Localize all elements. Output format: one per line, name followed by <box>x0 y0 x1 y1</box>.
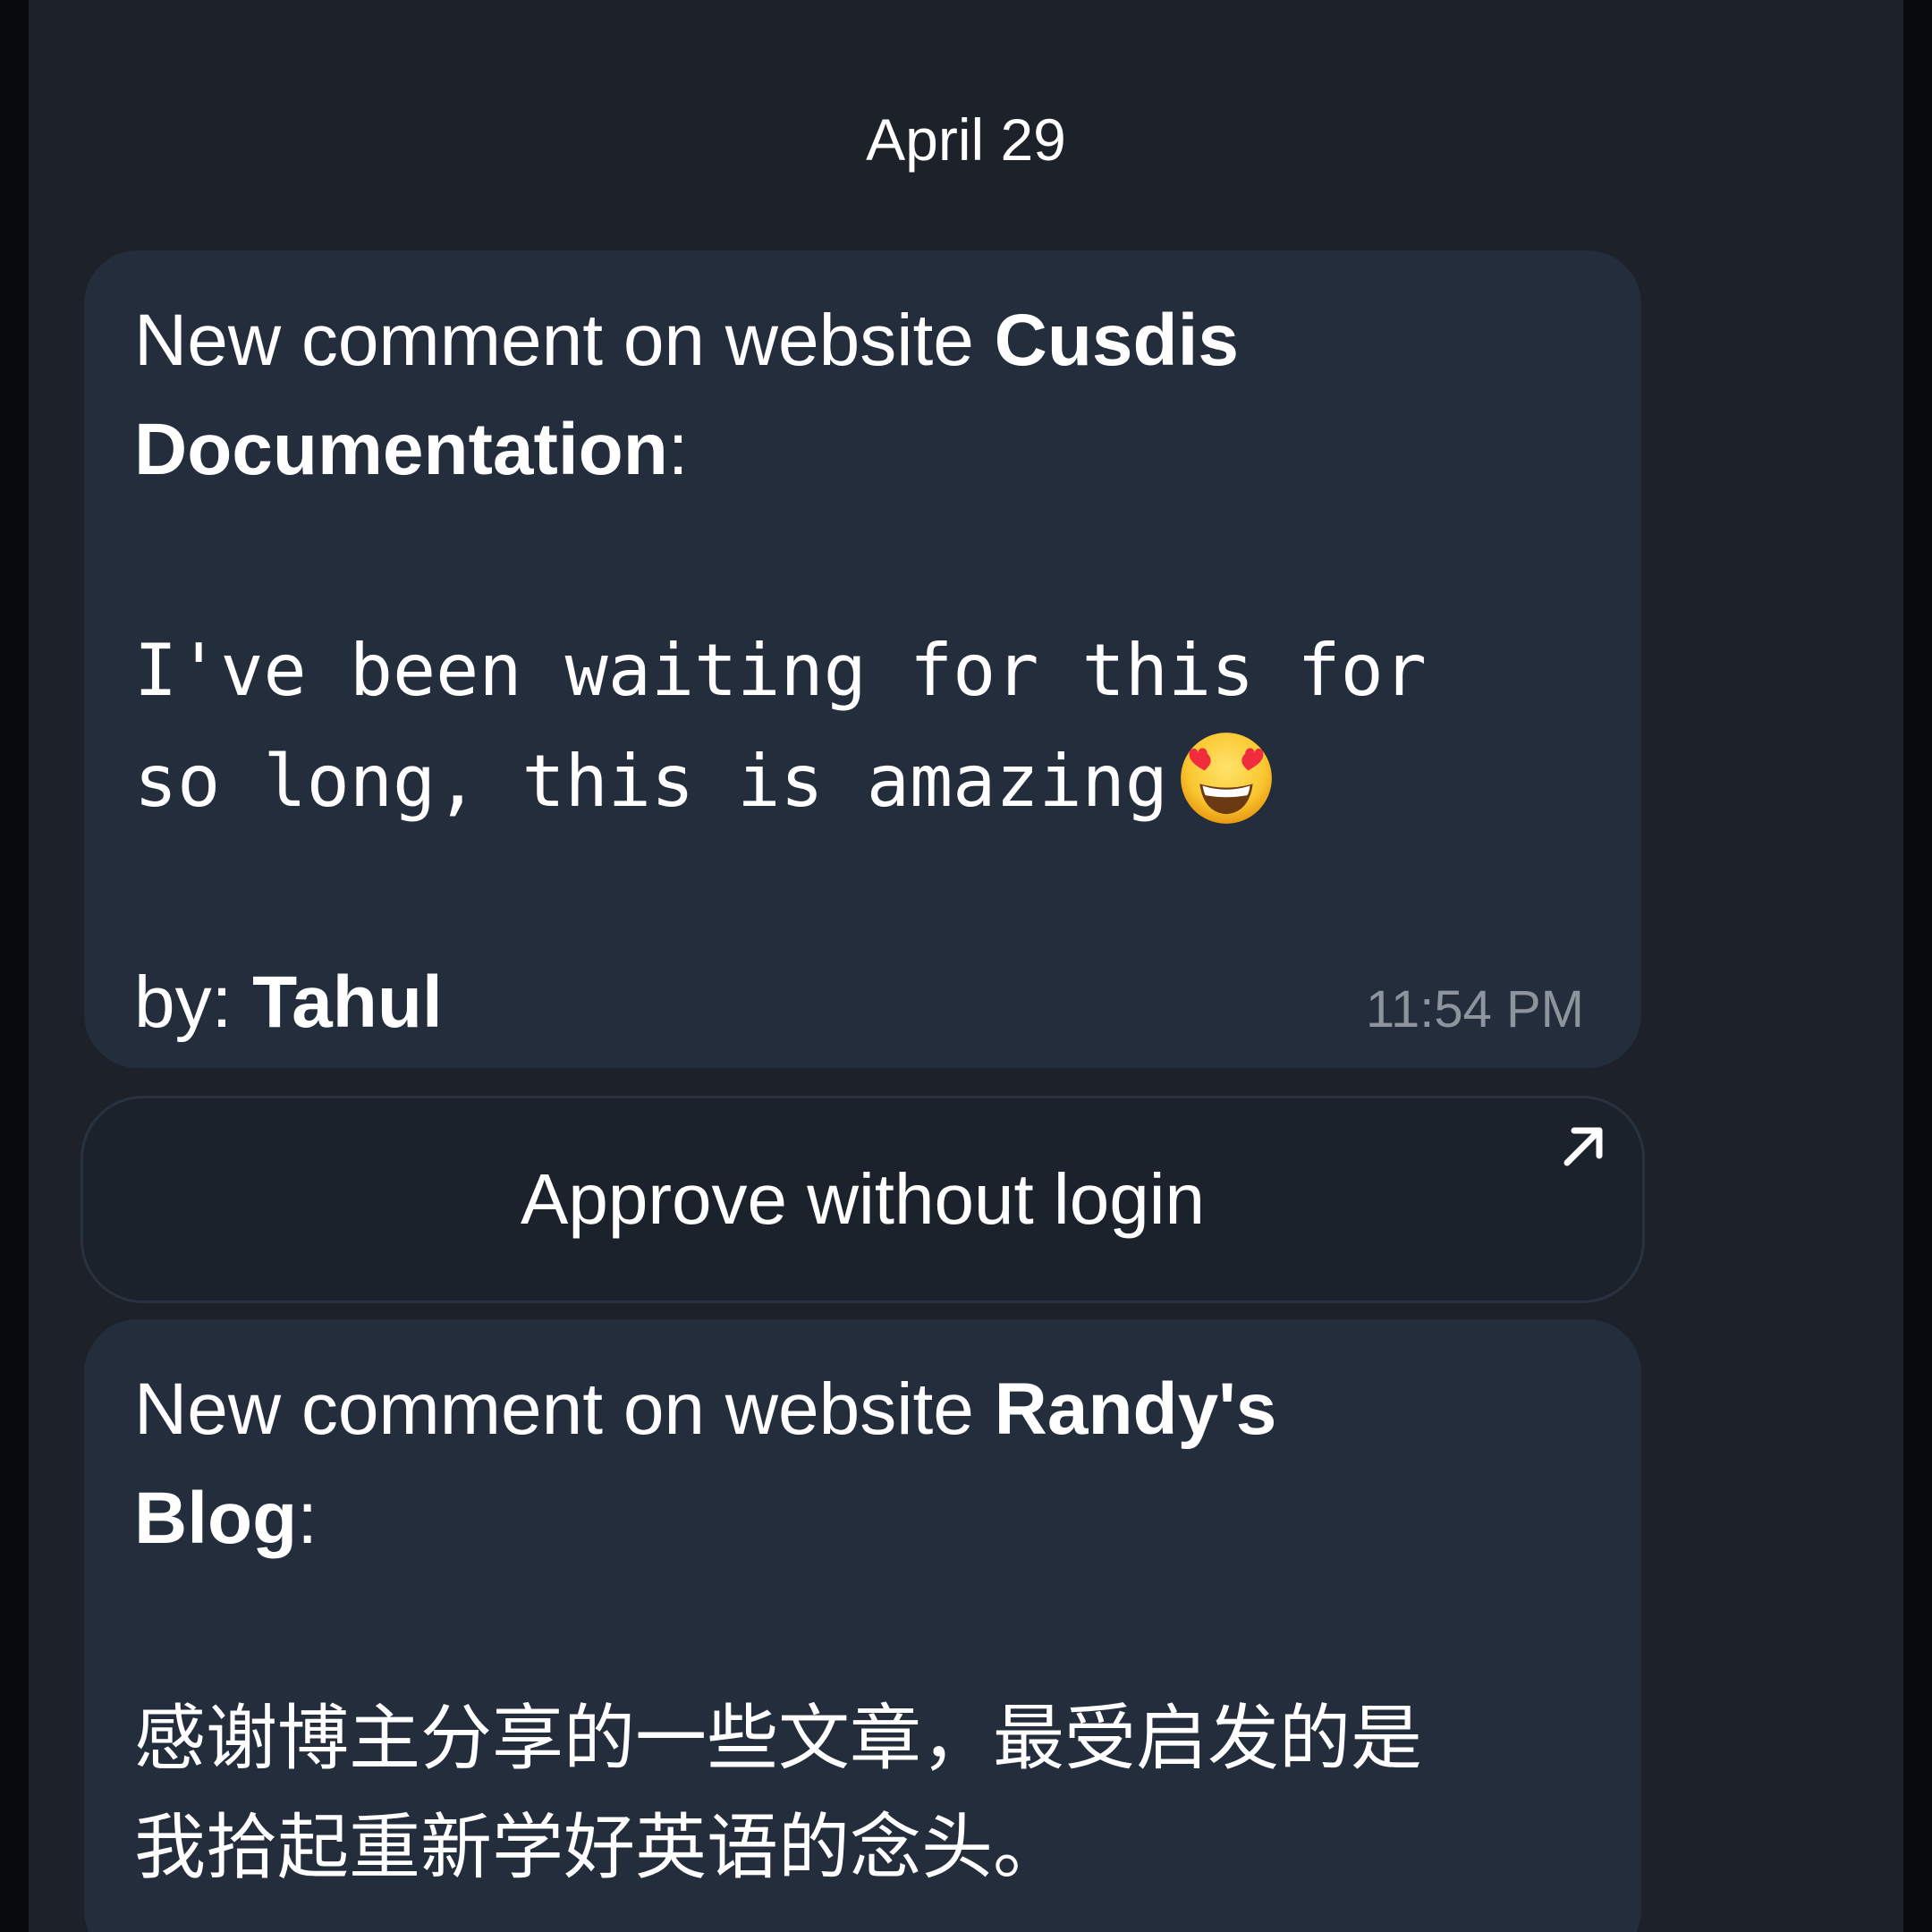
comment-text-line-2: so long, this is amazing <box>134 726 1579 837</box>
author-label: by: <box>134 962 253 1043</box>
message-heading-line-2: Blog: <box>134 1464 1579 1573</box>
website-name: Randy's <box>994 1368 1277 1450</box>
website-name-continued: Blog <box>134 1478 298 1559</box>
heading-colon: : <box>667 409 689 490</box>
external-link-arrow-icon <box>1563 1127 1603 1166</box>
message-timestamp: 11:54 PM <box>1366 980 1584 1038</box>
message-bubble[interactable]: New comment on website Randy's Blog: 感谢博… <box>84 1319 1641 1932</box>
message-heading-line-1: New comment on website Cusdis <box>134 286 1579 395</box>
date-separator: April 29 <box>866 106 1066 173</box>
heart-eyes-emoji-icon <box>1181 733 1272 824</box>
website-name: Cusdis <box>994 300 1240 381</box>
author-name: Tahul <box>252 962 443 1043</box>
comment-text-line-2-text: so long, this is amazing <box>134 740 1168 823</box>
message-prefix: New comment on website <box>134 300 995 381</box>
message-heading-line-1: New comment on website Randy's <box>134 1355 1579 1464</box>
comment-text-line-1: I've been waiting for this for <box>134 629 1427 712</box>
approve-button-label: Approve without login <box>521 1159 1205 1239</box>
message-heading-line-2: Documentation: <box>134 395 1579 504</box>
website-name-continued: Documentation <box>134 409 668 490</box>
message-bubble[interactable]: New comment on website Cusdis Documentat… <box>84 250 1641 1068</box>
comment-author-line: by: Tahul <box>134 948 1579 1057</box>
heading-colon: : <box>297 1478 318 1559</box>
approve-without-login-button[interactable]: Approve without login <box>80 1096 1645 1303</box>
message-prefix: New comment on website <box>134 1368 995 1450</box>
comment-text-line-2: 我拾起重新学好英语的念头。 <box>134 1808 1064 1887</box>
chat-screen: April 29 New comment on website Cusdis D… <box>29 0 1903 1932</box>
comment-text-line-1: 感谢博主分享的一些文章，最受启发的是 <box>134 1699 1422 1778</box>
